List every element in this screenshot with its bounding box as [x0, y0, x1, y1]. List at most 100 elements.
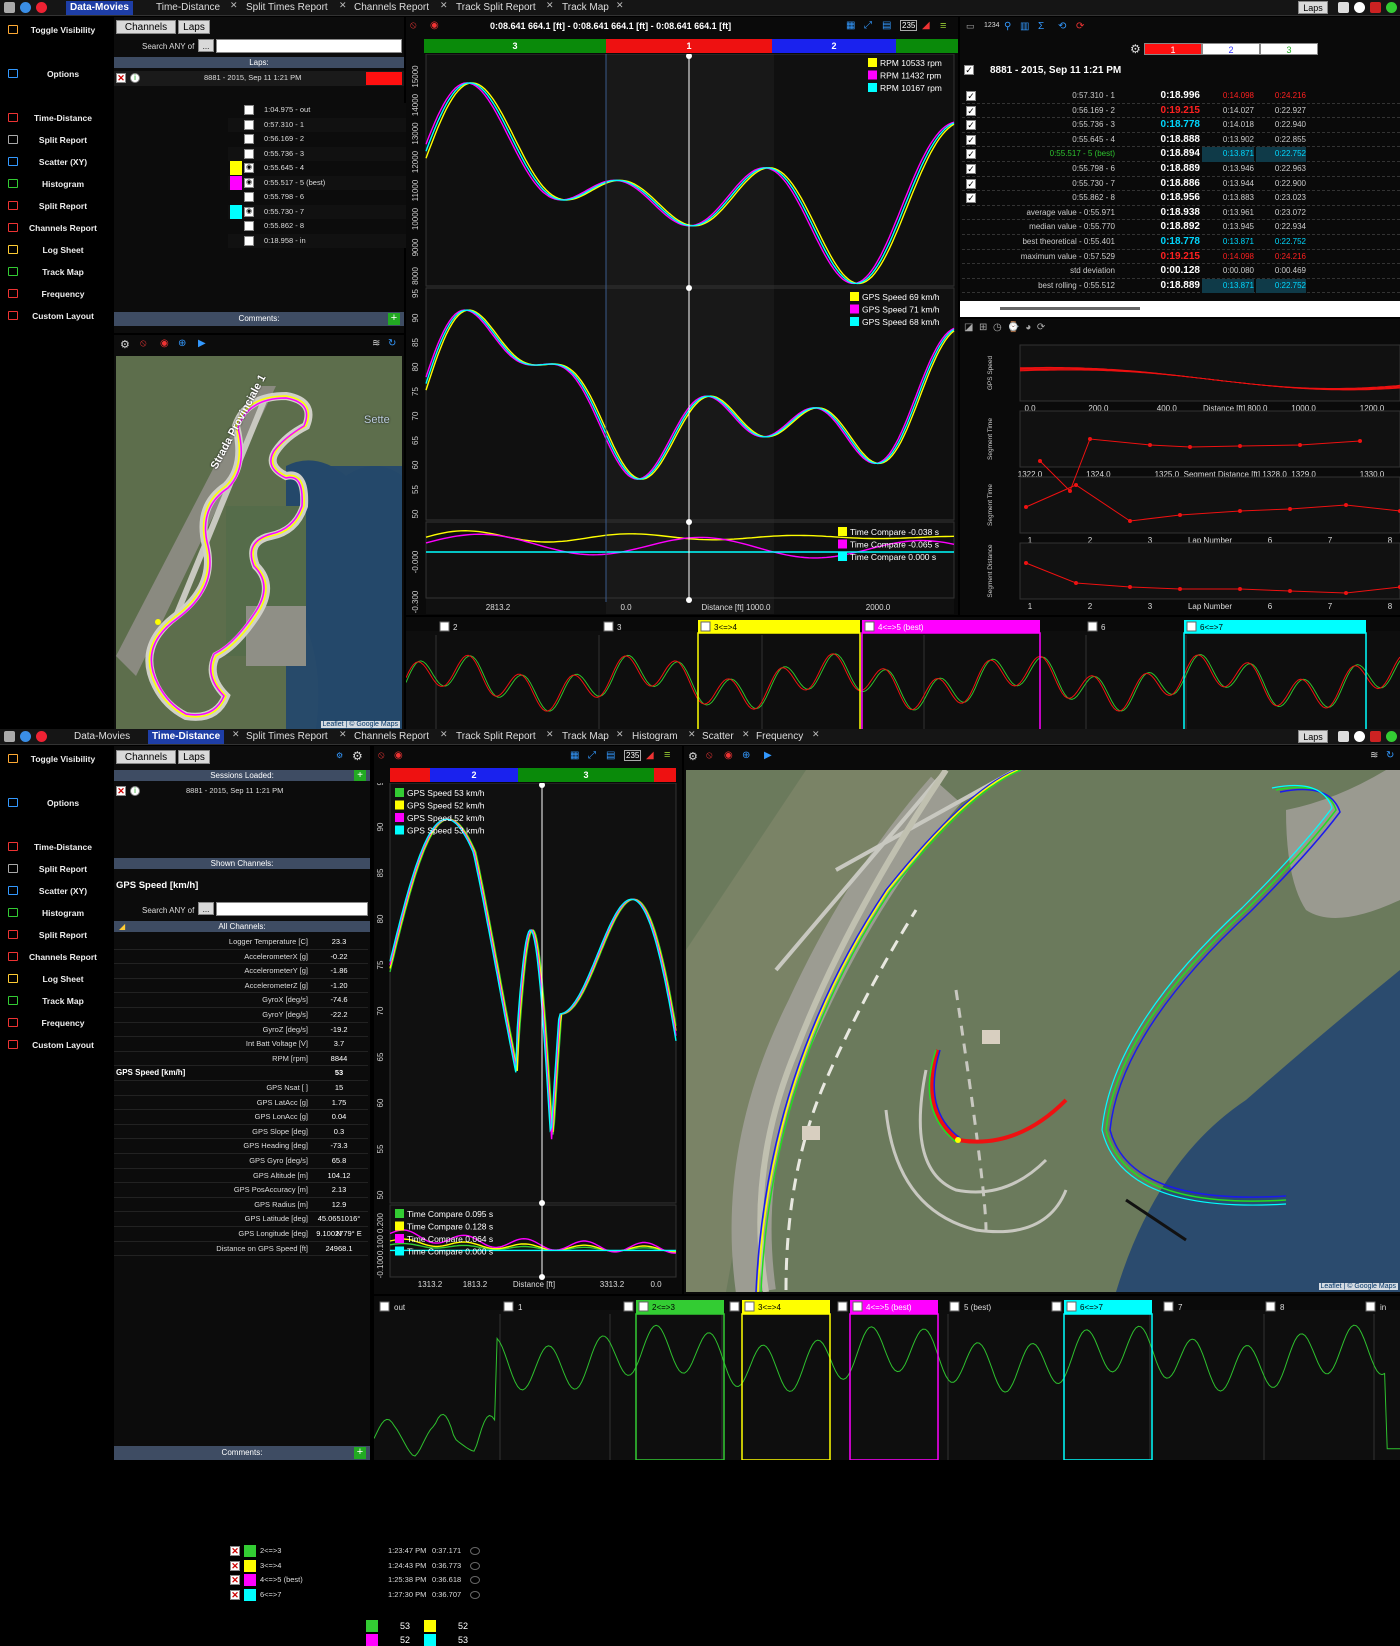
- counter-icon[interactable]: 235: [900, 20, 918, 31]
- lap-label[interactable]: in: [1380, 1303, 1386, 1312]
- split-row[interactable]: ✓ 0:55.862 - 8 0:18.956 0:13.883 0:23.023: [962, 191, 1400, 206]
- fit-icon[interactable]: ⤢: [588, 750, 596, 761]
- channel-row[interactable]: GPS Gyro [deg/s] 65.8: [114, 1154, 368, 1169]
- tab-close-icon[interactable]: ✕: [440, 0, 448, 11]
- stat-seg-3[interactable]: 3: [1260, 43, 1318, 55]
- lap-segment-label[interactable]: 4<=>5 (best): [878, 623, 924, 632]
- lap-label[interactable]: 3: [617, 623, 622, 632]
- laps-button[interactable]: Laps: [178, 20, 210, 34]
- channel-row[interactable]: Logger Temperature [C] 23.3: [114, 935, 368, 950]
- menu-icon[interactable]: ≡: [940, 20, 946, 32]
- play-icon[interactable]: ▶: [198, 338, 206, 349]
- split-row[interactable]: ✓ 0:55.798 - 6 0:18.889 0:13.946 0:22.963: [962, 162, 1400, 177]
- refresh-icon[interactable]: ↻: [1386, 750, 1394, 761]
- slash-icon[interactable]: ◪: [964, 322, 973, 333]
- lap-checkbox[interactable]: [244, 134, 254, 144]
- pie-icon[interactable]: ◕: [1025, 322, 1031, 333]
- session-checkbox[interactable]: ✓: [964, 65, 974, 75]
- stop-icon[interactable]: ◉: [430, 20, 439, 31]
- lap-checkbox[interactable]: ✓: [966, 91, 976, 101]
- tab-histogram[interactable]: Histogram: [628, 730, 682, 744]
- tab-close-icon[interactable]: ✕: [688, 729, 696, 740]
- tab-track-map[interactable]: Track Map: [558, 730, 613, 744]
- sync-icon[interactable]: ⟳: [1037, 322, 1045, 333]
- search-input[interactable]: [216, 39, 402, 53]
- split-row[interactable]: std deviation 0:00.128 0:00.080 0:00.469: [962, 264, 1400, 279]
- tab-split-times-report[interactable]: Split Times Report: [242, 1, 332, 15]
- lap-checkbox[interactable]: ✓: [966, 105, 976, 116]
- tab-track-split-report[interactable]: Track Split Report: [452, 1, 540, 15]
- channel-row[interactable]: GPS PosAccuracy [m] 2.13: [114, 1183, 368, 1198]
- session-row[interactable]: ✕ i 8881 - 2015, Sep 11 1:21 PM: [114, 784, 370, 799]
- record-icon[interactable]: ⦸: [410, 20, 417, 31]
- channel-row[interactable]: GPS Altitude [m] 104.12: [114, 1169, 368, 1184]
- zoom-tool-icon[interactable]: ▦: [846, 20, 855, 31]
- minimize-icon[interactable]: [20, 2, 31, 13]
- lap-label[interactable]: 6: [1101, 623, 1106, 632]
- tab-track-map[interactable]: Track Map: [558, 1, 613, 15]
- channel-row[interactable]: Distance on GPS Speed [ft] 24968.1: [114, 1242, 368, 1257]
- mini-charts-svg[interactable]: GPS Speed0.0 200.0 400.0 Distance [ft] 800.…: [960, 337, 1400, 615]
- layers-icon[interactable]: ≋: [372, 338, 380, 349]
- sync-icon[interactable]: ⟲: [1058, 21, 1066, 32]
- tab-close-icon[interactable]: ✕: [546, 729, 554, 740]
- clock-icon[interactable]: ◷: [993, 322, 1002, 333]
- version-icon[interactable]: [1370, 2, 1381, 13]
- gear-icon[interactable]: [1338, 2, 1349, 13]
- segment-tab-2[interactable]: 2: [430, 768, 518, 782]
- chart-bar-icon[interactable]: ▥: [1020, 21, 1029, 32]
- add-session-icon[interactable]: +: [354, 770, 366, 781]
- scrollbar-thumb[interactable]: [1000, 307, 1140, 310]
- lap-label[interactable]: 2: [453, 623, 458, 632]
- channel-row[interactable]: Int Batt Voltage [V] 3.7: [114, 1037, 368, 1052]
- lap-checkbox[interactable]: [244, 192, 254, 202]
- tab-channels-report[interactable]: Channels Report: [350, 730, 433, 744]
- channel-row[interactable]: GPS Latitude [deg] 45.0651016° N: [114, 1212, 368, 1238]
- channel-row[interactable]: GPS Speed [km/h] 53: [114, 1066, 368, 1081]
- close-icon[interactable]: [36, 731, 47, 742]
- sigma-icon[interactable]: Σ: [1038, 21, 1044, 32]
- split-row[interactable]: median value - 0:55.770 0:18.892 0:13.945 0…: [962, 220, 1400, 235]
- tab-time-distance[interactable]: Time-Distance: [148, 730, 225, 744]
- zoom-tool-icon[interactable]: ▦: [570, 750, 579, 761]
- lap-checkbox[interactable]: [244, 119, 254, 130]
- channel-row[interactable]: GyroY [deg/s] -22.2: [114, 1008, 368, 1023]
- target-icon[interactable]: ◉: [160, 338, 169, 349]
- channel-row[interactable]: GPS Longitude [deg] 9.1002779° E: [114, 1227, 368, 1242]
- segment-tab-edge[interactable]: [390, 768, 430, 782]
- channel-row[interactable]: GPS Slope [deg] 0.3: [114, 1125, 368, 1140]
- stat-seg-2[interactable]: 2: [1202, 43, 1260, 55]
- session-lap-row[interactable]: ✕ 4<=>5 (best) 1:25:38 PM 0:36.618: [228, 1573, 484, 1588]
- tab-time-distance[interactable]: Time-Distance: [152, 1, 224, 15]
- version-icon[interactable]: [1370, 731, 1381, 742]
- lap-segment-label[interactable]: 3<=>4: [714, 623, 737, 632]
- tab-channels-report[interactable]: Channels Report: [350, 1, 433, 15]
- tab-close-icon[interactable]: ✕: [440, 729, 448, 740]
- flag-icon[interactable]: ◢: [922, 20, 930, 31]
- remove-icon[interactable]: ✕: [230, 1575, 240, 1585]
- record-icon[interactable]: ⦸: [140, 338, 147, 349]
- channel-row[interactable]: GyroZ [deg/s] -19.2: [114, 1023, 368, 1038]
- lap-checkbox[interactable]: [244, 105, 254, 115]
- satellite-map-top[interactable]: Strada Provinciale 1 Sette Leaflet | © G…: [116, 356, 402, 730]
- lap-checkbox[interactable]: ✓: [966, 149, 976, 160]
- segment-tab-3[interactable]: 3: [518, 768, 654, 782]
- minus-icon[interactable]: ▭: [966, 21, 975, 32]
- tab-close-icon[interactable]: ✕: [812, 729, 820, 740]
- gear-icon[interactable]: ⚙: [120, 338, 130, 351]
- segment-tab-2[interactable]: 2: [772, 39, 896, 53]
- tab-data-movies[interactable]: Data-Movies: [66, 1, 133, 15]
- filter-icon[interactable]: ⊞: [979, 322, 987, 333]
- gear-icon[interactable]: [1338, 731, 1349, 742]
- channels-button[interactable]: Channels: [116, 20, 176, 34]
- laps-toggle-button[interactable]: Laps: [1298, 730, 1328, 743]
- remove-icon[interactable]: ✕: [116, 786, 126, 796]
- split-row[interactable]: ✓ 0:56.169 - 2 0:19.215 0:14.027 0:22.927: [962, 104, 1400, 119]
- stats-scrollbar[interactable]: [960, 301, 1400, 317]
- person-icon[interactable]: ⚲: [1004, 21, 1011, 32]
- filter-icon[interactable]: ⟳: [1076, 21, 1084, 32]
- collapse-icon[interactable]: ◢: [119, 922, 125, 931]
- lap-segment-label[interactable]: 2<=>3: [652, 1303, 675, 1312]
- laps-toggle-button[interactable]: Laps: [1298, 1, 1328, 14]
- time-distance-chart-top[interactable]: 8000 9000 10000 11000 12000 13000 14000 15000 50…: [406, 54, 958, 615]
